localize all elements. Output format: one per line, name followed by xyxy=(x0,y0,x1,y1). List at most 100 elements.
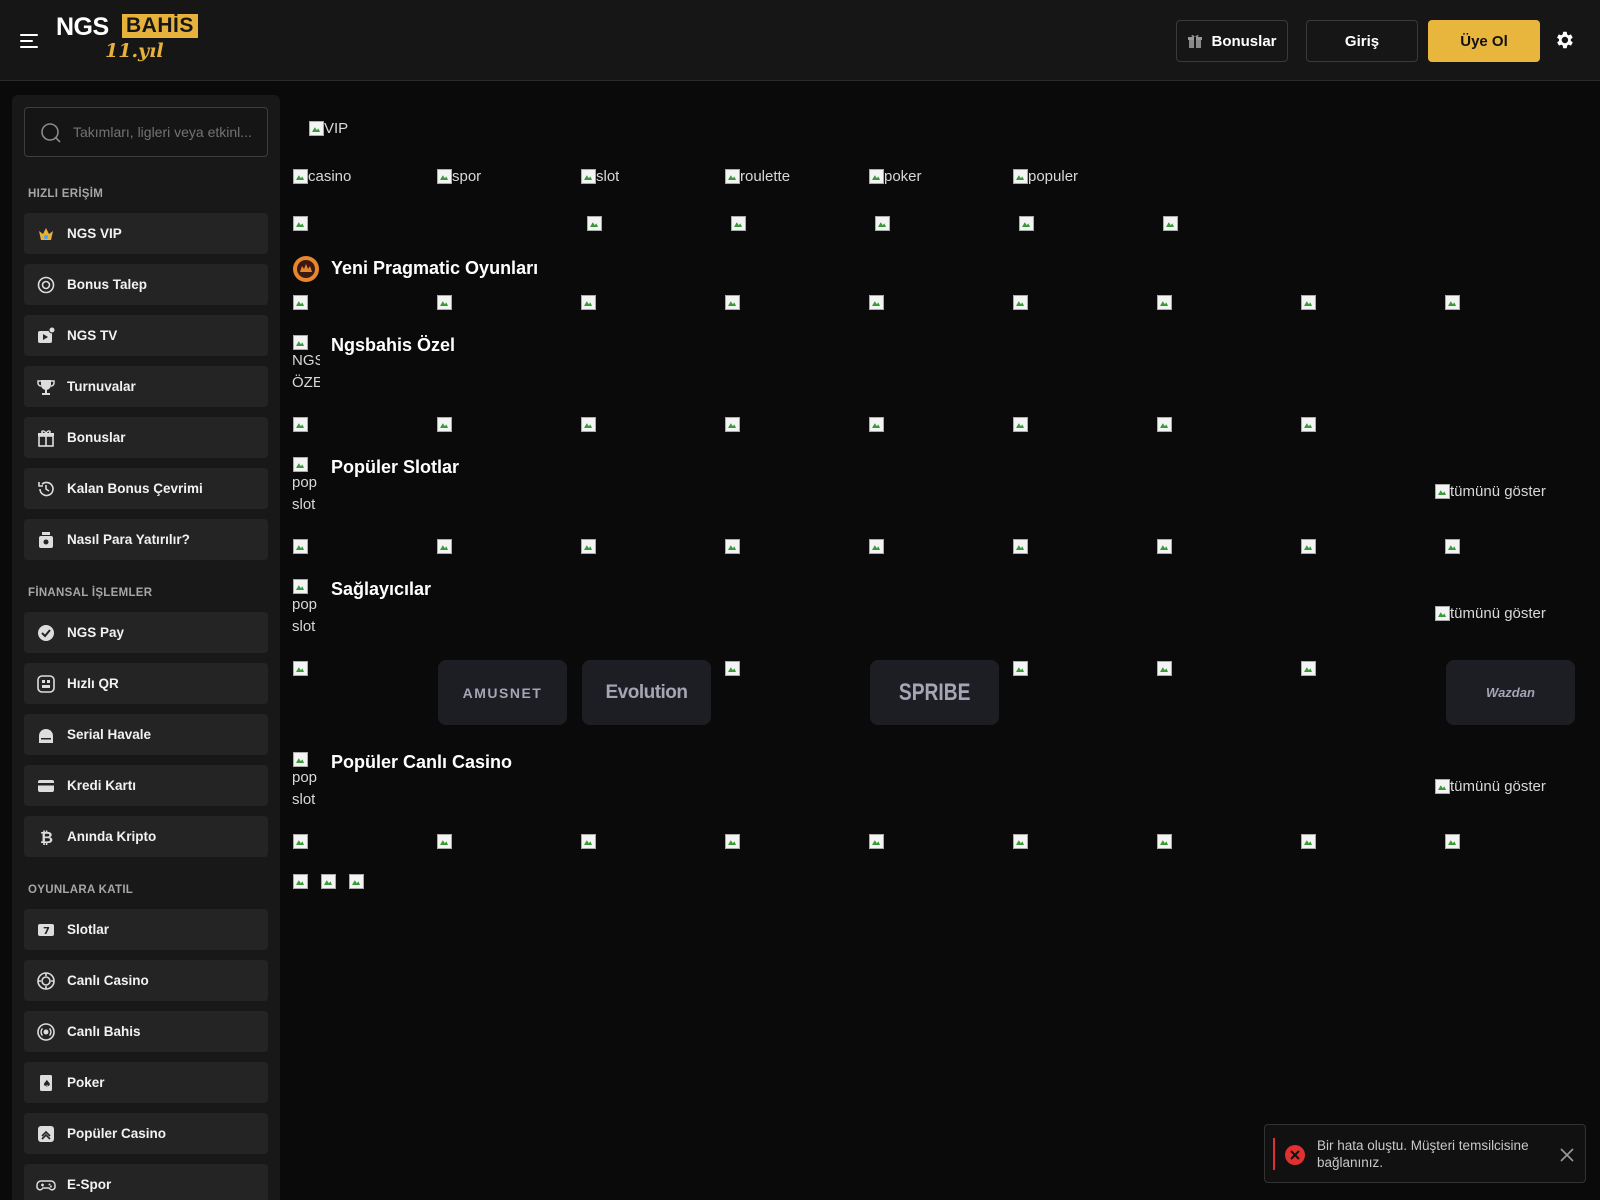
game-thumb[interactable] xyxy=(868,833,884,849)
game-thumb[interactable] xyxy=(1300,294,1316,310)
game-thumb[interactable] xyxy=(724,833,740,849)
provider-name: Wazdan xyxy=(1486,685,1535,700)
game-thumb[interactable] xyxy=(1444,538,1460,554)
promo-image[interactable] xyxy=(1162,215,1178,231)
provider-logo[interactable] xyxy=(724,660,740,676)
close-icon[interactable] xyxy=(1559,1147,1575,1163)
sidebar-item-hizli-qr[interactable]: Hızlı QR xyxy=(24,663,268,704)
sidebar-item-kredi-karti[interactable]: Kredi Kartı xyxy=(24,765,268,806)
category-casino[interactable]: casino xyxy=(292,168,351,185)
settings-gear-icon[interactable] xyxy=(1553,29,1575,51)
sidebar-item-label: Bonus Talep xyxy=(67,277,148,292)
sidebar-item-turnuvalar[interactable]: Turnuvalar xyxy=(24,366,268,407)
sidebar-item-populer-casino[interactable]: Popüler Casino xyxy=(24,1113,268,1154)
sidebar-item-kalan-bonus-cevrimi[interactable]: Kalan Bonus Çevrimi xyxy=(24,468,268,509)
category-poker[interactable]: poker xyxy=(868,168,922,185)
category-roulette[interactable]: roulette xyxy=(724,168,790,185)
sidebar-item-canli-casino[interactable]: Canlı Casino xyxy=(24,960,268,1001)
sidebar-item-slotlar[interactable]: 7 Slotlar xyxy=(24,909,268,950)
section-title-ngsbahis-ozel: Ngsbahis Özel xyxy=(331,335,456,355)
search-box[interactable] xyxy=(24,107,268,157)
bank-icon xyxy=(35,724,57,746)
game-thumb[interactable] xyxy=(1444,294,1460,310)
sidebar-item-serial-havale[interactable]: Serial Havale xyxy=(24,714,268,755)
promo-image[interactable] xyxy=(730,215,746,231)
footer-image[interactable] xyxy=(320,873,336,889)
game-thumb[interactable] xyxy=(436,833,452,849)
game-thumb[interactable] xyxy=(724,538,740,554)
game-thumb[interactable] xyxy=(724,294,740,310)
sidebar-item-ngs-pay[interactable]: NGS Pay xyxy=(24,612,268,653)
search-input[interactable] xyxy=(73,108,258,156)
game-thumb[interactable] xyxy=(1012,833,1028,849)
sidebar-item-nasil-para-yatirilir[interactable]: Nasıl Para Yatırılır? xyxy=(24,519,268,560)
sidebar-item-e-spor[interactable]: E-Spor xyxy=(24,1164,268,1200)
hamburger-menu-icon[interactable] xyxy=(20,32,42,50)
show-all-canli-link[interactable]: tümünü göster xyxy=(1434,778,1546,795)
provider-amusnet[interactable]: AMUSNET xyxy=(438,660,567,725)
game-thumb[interactable] xyxy=(292,538,308,554)
game-thumb[interactable] xyxy=(292,416,308,432)
promo-image[interactable] xyxy=(586,215,602,231)
show-all-providers-link[interactable]: tümünü göster xyxy=(1434,605,1546,622)
game-thumb[interactable] xyxy=(436,538,452,554)
game-thumb[interactable] xyxy=(868,294,884,310)
toast-message: Bir hata oluştu. Müşteri temsilcisine ba… xyxy=(1317,1138,1529,1170)
sidebar-item-ngs-vip[interactable]: NGS VIP xyxy=(24,213,268,254)
provider-logo[interactable] xyxy=(1156,660,1172,676)
provider-logo[interactable] xyxy=(292,660,308,676)
promo-image[interactable] xyxy=(874,215,890,231)
site-logo[interactable]: NGS BAHİS 11.yıl xyxy=(56,13,206,67)
show-all-slotlar-link[interactable]: tümünü göster xyxy=(1434,483,1546,500)
bonuses-button[interactable]: Bonuslar xyxy=(1176,20,1288,62)
game-thumb[interactable] xyxy=(580,294,596,310)
provider-logo[interactable] xyxy=(1300,660,1316,676)
sidebar-item-poker[interactable]: ♠ Poker xyxy=(24,1062,268,1103)
provider-evolution[interactable]: Evolution xyxy=(582,660,711,725)
footer-image[interactable] xyxy=(348,873,364,889)
promo-image[interactable] xyxy=(292,215,308,231)
game-thumb[interactable] xyxy=(1300,416,1316,432)
register-button[interactable]: Üye Ol xyxy=(1428,20,1540,62)
game-thumb[interactable] xyxy=(724,416,740,432)
login-button[interactable]: Giriş xyxy=(1306,20,1418,62)
footer-image[interactable] xyxy=(292,873,308,889)
sidebar-item-canli-bahis[interactable]: Canlı Bahis xyxy=(24,1011,268,1052)
sidebar-item-bonus-talep[interactable]: Bonus Talep xyxy=(24,264,268,305)
game-thumb[interactable] xyxy=(1012,538,1028,554)
game-thumb[interactable] xyxy=(1156,416,1172,432)
game-thumb[interactable] xyxy=(1012,294,1028,310)
category-spor[interactable]: spor xyxy=(436,168,481,185)
sidebar-item-ngs-tv[interactable]: NGS TV xyxy=(24,315,268,356)
category-populer[interactable]: populer xyxy=(1012,168,1078,185)
provider-wazdan[interactable]: Wazdan xyxy=(1446,660,1575,725)
game-thumb[interactable] xyxy=(580,538,596,554)
game-thumb[interactable] xyxy=(292,294,308,310)
game-thumb[interactable] xyxy=(436,294,452,310)
game-thumb[interactable] xyxy=(868,416,884,432)
popular-icon xyxy=(35,1123,57,1145)
game-thumb[interactable] xyxy=(436,416,452,432)
sidebar-item-bonuslar[interactable]: Bonuslar xyxy=(24,417,268,458)
section-title-populer-slotlar: Popüler Slotlar xyxy=(331,457,460,477)
game-thumb[interactable] xyxy=(1444,833,1460,849)
provider-logo[interactable] xyxy=(1012,660,1028,676)
game-thumb[interactable] xyxy=(580,833,596,849)
category-slot[interactable]: slot xyxy=(580,168,619,185)
game-thumb[interactable] xyxy=(1156,833,1172,849)
provider-spribe[interactable]: SPRIBE xyxy=(870,660,999,725)
sidebar-item-aninda-kripto[interactable]: ₿ Anında Kripto xyxy=(24,816,268,857)
game-thumb[interactable] xyxy=(1156,294,1172,310)
game-thumb[interactable] xyxy=(868,538,884,554)
vip-banner-image[interactable]: VIP xyxy=(308,120,348,137)
sidebar-item-label: Popüler Casino xyxy=(67,1126,167,1141)
saglayicilar-icon: pop slot xyxy=(292,578,320,638)
game-thumb[interactable] xyxy=(1156,538,1172,554)
promo-image[interactable] xyxy=(1018,215,1034,231)
game-thumb[interactable] xyxy=(1012,416,1028,432)
game-thumb[interactable] xyxy=(1300,833,1316,849)
game-thumb[interactable] xyxy=(292,833,308,849)
game-thumb[interactable] xyxy=(580,416,596,432)
error-icon xyxy=(1285,1145,1305,1165)
game-thumb[interactable] xyxy=(1300,538,1316,554)
